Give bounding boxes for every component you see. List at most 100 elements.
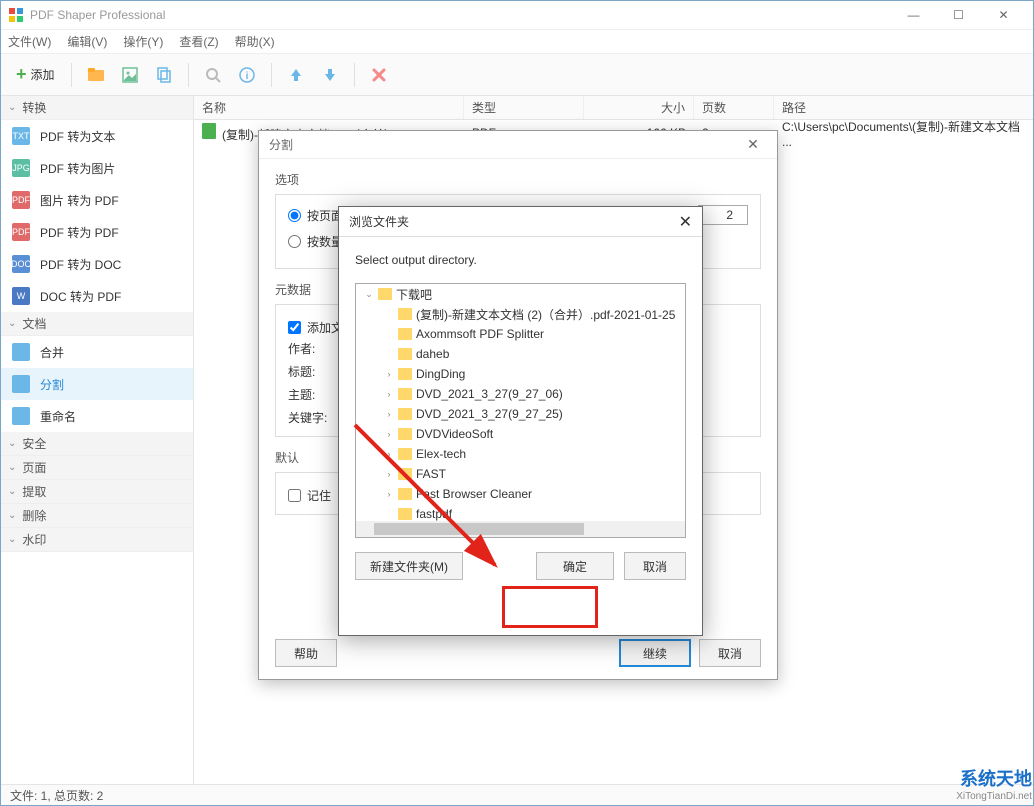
sidebar-item[interactable]: WDOC 转为 PDF (0, 280, 193, 312)
menu-help[interactable]: 帮助(X) (235, 33, 275, 50)
col-size[interactable]: 大小 (584, 96, 694, 119)
sidebar-item[interactable]: JPGPDF 转为图片 (0, 152, 193, 184)
section-watermark[interactable]: 水印 (0, 528, 193, 552)
tree-item-label: Axommsoft PDF Splitter (416, 327, 544, 341)
separator (354, 63, 355, 87)
tree-item-label: FAST (416, 467, 446, 481)
col-name[interactable]: 名称 (194, 96, 464, 119)
separator (71, 63, 72, 87)
arrow-up-icon[interactable] (282, 61, 310, 89)
folder-icon[interactable] (82, 61, 110, 89)
tree-item[interactable]: daheb (356, 344, 685, 364)
section-document[interactable]: 文档 (0, 312, 193, 336)
tree-item[interactable]: › DingDing (356, 364, 685, 384)
expander-icon[interactable]: › (384, 429, 394, 439)
separator (188, 63, 189, 87)
section-convert[interactable]: 转换 (0, 96, 193, 120)
section-extract[interactable]: 提取 (0, 480, 193, 504)
radio-by-count[interactable] (288, 235, 301, 248)
sidebar-item-rename[interactable]: 重命名 (0, 400, 193, 432)
badge-icon: PDF (12, 191, 30, 209)
close-button[interactable]: ✕ (981, 0, 1026, 30)
arrow-down-icon[interactable] (316, 61, 344, 89)
add-button[interactable]: + 添加 (10, 61, 61, 89)
col-type[interactable]: 类型 (464, 96, 584, 119)
radio-by-page[interactable] (288, 209, 301, 222)
continue-button[interactable]: 继续 (619, 639, 691, 667)
merge-icon (12, 343, 30, 361)
sidebar-item-label: 重命名 (40, 408, 76, 425)
tree-item[interactable]: Axommsoft PDF Splitter (356, 324, 685, 344)
sidebar-item[interactable]: PDF图片 转为 PDF (0, 184, 193, 216)
menu-view[interactable]: 查看(Z) (179, 33, 218, 50)
expander-icon[interactable]: › (384, 389, 394, 399)
tree-item-label: fastpdf (416, 507, 452, 521)
info-icon[interactable]: i (233, 61, 261, 89)
separator (271, 63, 272, 87)
sidebar-item[interactable]: DOCPDF 转为 DOC (0, 248, 193, 280)
col-path[interactable]: 路径 (774, 96, 1034, 119)
new-folder-button[interactable]: 新建文件夹(M) (355, 552, 463, 580)
sidebar-item-label: 分割 (40, 376, 64, 393)
minimize-button[interactable]: — (891, 0, 936, 30)
search-icon[interactable] (199, 61, 227, 89)
maximize-button[interactable]: ☐ (936, 0, 981, 30)
toolbar: + 添加 i (0, 54, 1034, 96)
image-icon[interactable] (116, 61, 144, 89)
section-delete[interactable]: 删除 (0, 504, 193, 528)
folder-icon (398, 408, 412, 420)
tree-item[interactable]: (复制)-新建文本文档 (2)（合并）.pdf-2021-01-25 (356, 304, 685, 324)
rename-icon (12, 407, 30, 425)
sidebar-item-label: PDF 转为 PDF (40, 224, 119, 241)
sidebar-item-label: DOC 转为 PDF (40, 288, 121, 305)
cancel-button[interactable]: 取消 (699, 639, 761, 667)
sidebar-item[interactable]: TXTPDF 转为文本 (0, 120, 193, 152)
tree-item[interactable]: ›Elex-tech (356, 444, 685, 464)
horizontal-scrollbar[interactable] (356, 521, 685, 537)
plus-icon: + (16, 64, 27, 85)
tree-item[interactable]: › FAST (356, 464, 685, 484)
expander-icon[interactable]: › (384, 489, 394, 499)
folder-icon (398, 348, 412, 360)
page-spinner[interactable]: 2 (698, 205, 748, 225)
add-meta-checkbox[interactable] (288, 321, 301, 334)
tree-item[interactable]: ›DVD_2021_3_27(9_27_25) (356, 404, 685, 424)
remember-checkbox[interactable] (288, 489, 301, 502)
tree-root[interactable]: 下载吧 (396, 286, 432, 303)
tree-item[interactable]: ›DVD_2021_3_27(9_27_06) (356, 384, 685, 404)
section-page[interactable]: 页面 (0, 456, 193, 480)
delete-icon[interactable] (365, 61, 393, 89)
close-icon[interactable]: ✕ (739, 136, 767, 153)
expander-icon[interactable]: ⌄ (364, 289, 374, 300)
sidebar-item-split[interactable]: 分割 (0, 368, 193, 400)
split-icon (12, 375, 30, 393)
badge-icon: PDF (12, 223, 30, 241)
pdf-file-icon (202, 123, 216, 139)
folder-tree[interactable]: ⌄ 下载吧 (复制)-新建文本文档 (2)（合并）.pdf-2021-01-25… (355, 283, 686, 538)
close-icon[interactable]: ✕ (679, 212, 692, 232)
sidebar-item-label: PDF 转为图片 (40, 160, 115, 177)
expander-icon[interactable]: › (384, 449, 394, 459)
cancel-button[interactable]: 取消 (624, 552, 686, 580)
tree-item-label: DingDing (416, 367, 465, 381)
section-security[interactable]: 安全 (0, 432, 193, 456)
add-label: 添加 (31, 66, 55, 83)
tree-item[interactable]: ›DVDVideoSoft (356, 424, 685, 444)
menu-file[interactable]: 文件(W) (8, 33, 51, 50)
app-title: PDF Shaper Professional (30, 8, 891, 22)
sidebar-item-merge[interactable]: 合并 (0, 336, 193, 368)
expander-icon[interactable]: › (384, 409, 394, 419)
ok-button[interactable]: 确定 (536, 552, 614, 580)
menu-action[interactable]: 操作(Y) (123, 33, 163, 50)
expander-icon[interactable]: › (384, 369, 394, 379)
help-button[interactable]: 帮助 (275, 639, 337, 667)
tree-item[interactable]: ›Fast Browser Cleaner (356, 484, 685, 504)
sidebar-item[interactable]: PDF PDF 转为 PDF (0, 216, 193, 248)
expander-icon[interactable]: › (384, 469, 394, 479)
browse-folder-dialog: 浏览文件夹 ✕ Select output directory. ⌄ 下载吧 (… (338, 206, 703, 636)
menu-edit[interactable]: 编辑(V) (67, 33, 107, 50)
sidebar-item-label: PDF 转为文本 (40, 128, 115, 145)
col-pages[interactable]: 页数 (694, 96, 774, 119)
remember-label: 记住 (307, 487, 331, 504)
copy-icon[interactable] (150, 61, 178, 89)
